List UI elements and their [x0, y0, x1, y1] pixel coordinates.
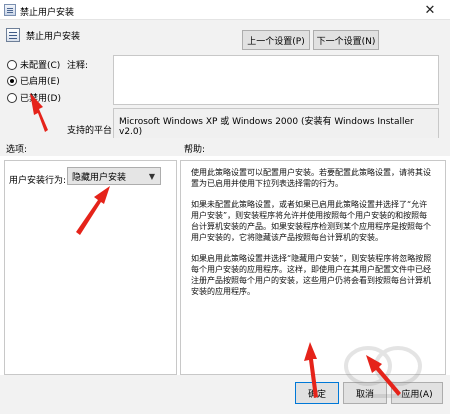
comment-textarea[interactable] [113, 55, 439, 105]
dropdown-value: 隐藏用户安装 [72, 172, 127, 183]
previous-setting-button[interactable]: 上一个设置(P) [242, 30, 310, 50]
section-labels: 选项: 帮助: [0, 138, 450, 156]
platform-label: 支持的平台: [67, 126, 116, 136]
policy-app-icon [4, 4, 16, 16]
dialog-footer: 确定 取消 应用(A) [0, 375, 450, 414]
help-paragraph: 使用此策略设置可以配置用户安装。若要配置此策略设置，请将其设置为已启用并使用下拉… [191, 168, 431, 188]
radio-enabled[interactable]: 已启用(E) [7, 74, 60, 87]
help-paragraph: 如果启用此策略设置并选择“隐藏用户安装”，则安装程序将忽略按照每个用户安装的应用… [191, 254, 432, 296]
radio-label: 已禁用(D) [20, 94, 61, 104]
title-bar: 禁止用户安装 ✕ [0, 0, 450, 20]
close-button[interactable]: ✕ [410, 0, 450, 20]
apply-button[interactable]: 应用(A) [391, 382, 443, 404]
options-label: 选项: [6, 145, 28, 155]
ok-button[interactable]: 确定 [295, 382, 339, 404]
radio-label: 已启用(E) [20, 77, 60, 87]
radio-button-checked[interactable] [7, 75, 17, 86]
radio-label: 未配置(C) [20, 61, 61, 71]
help-label: 帮助: [184, 145, 206, 155]
radio-disabled[interactable]: 已禁用(D) [7, 91, 61, 104]
radio-not-configured[interactable]: 未配置(C) [7, 58, 60, 71]
install-behavior-dropdown[interactable]: 隐藏用户安装 ▼ [67, 167, 161, 185]
help-paragraph: 如果未配置此策略设置，或者如果已启用此策略设置并选择了“允许用户安装”，则安装程… [191, 200, 431, 242]
cancel-button[interactable]: 取消 [343, 382, 387, 404]
setting-title: 禁止用户安装 [26, 32, 81, 42]
dialog-header: 禁止用户安装 上一个设置(P) 下一个设置(N) 未配置(C) 已启用(E) 已… [0, 20, 450, 144]
setting-icon [6, 28, 20, 42]
help-pane: 使用此策略设置可以配置用户安装。若要配置此策略设置，请将其设置为已启用并使用下拉… [180, 160, 446, 375]
install-behavior-label: 用户安装行为: [9, 176, 67, 186]
radio-button[interactable] [7, 92, 17, 103]
radio-button[interactable] [7, 59, 17, 70]
next-setting-button[interactable]: 下一个设置(N) [313, 30, 379, 50]
comment-label: 注释: [67, 61, 89, 71]
chevron-down-icon: ▼ [148, 172, 155, 181]
close-icon: ✕ [424, 2, 436, 18]
options-pane: 用户安装行为: 隐藏用户安装 ▼ [4, 160, 177, 375]
window-title: 禁止用户安装 [20, 8, 75, 18]
